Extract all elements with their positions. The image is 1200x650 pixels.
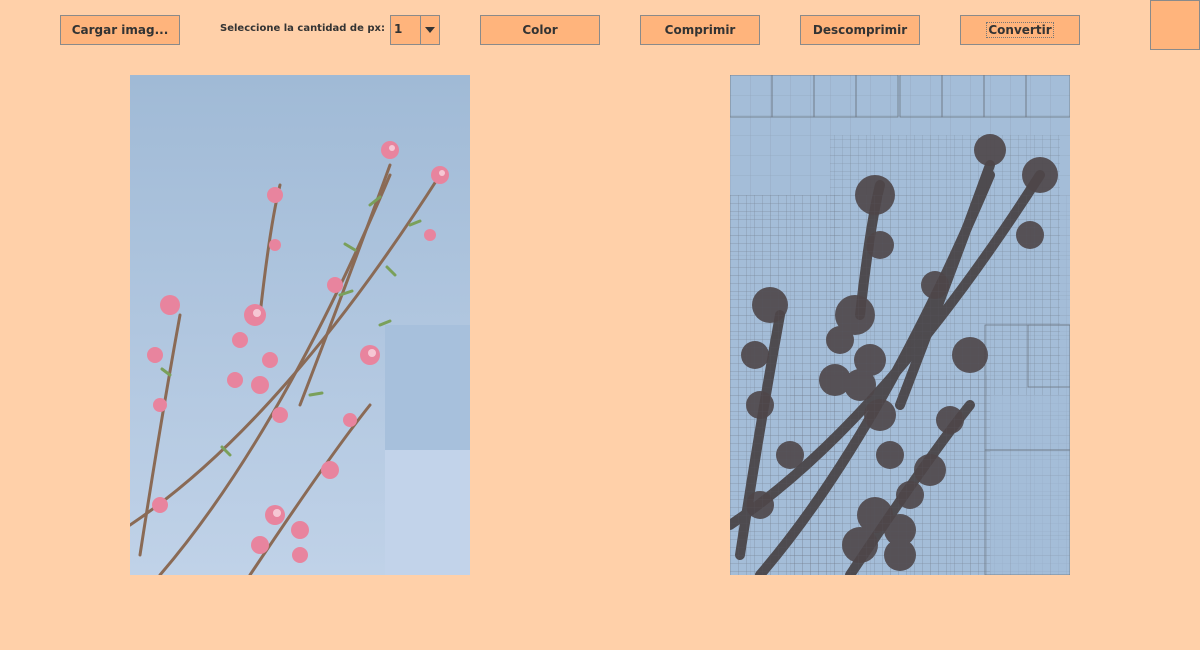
decompress-button[interactable]: Descomprimir <box>800 15 920 45</box>
corner-button[interactable] <box>1150 0 1200 50</box>
convert-button-label: Convertir <box>986 22 1054 38</box>
color-button[interactable]: Color <box>480 15 600 45</box>
compress-button[interactable]: Comprimir <box>640 15 760 45</box>
load-image-button[interactable]: Cargar imag... <box>60 15 180 45</box>
convert-button[interactable]: Convertir <box>960 15 1080 45</box>
compressed-image <box>730 75 1070 575</box>
original-image <box>130 75 470 575</box>
px-amount-value: 1 <box>394 22 403 36</box>
px-amount-label: Seleccione la cantidad de px: <box>220 23 385 34</box>
px-amount-dropdown[interactable]: 1 <box>390 15 440 45</box>
chevron-down-icon[interactable] <box>420 16 439 44</box>
